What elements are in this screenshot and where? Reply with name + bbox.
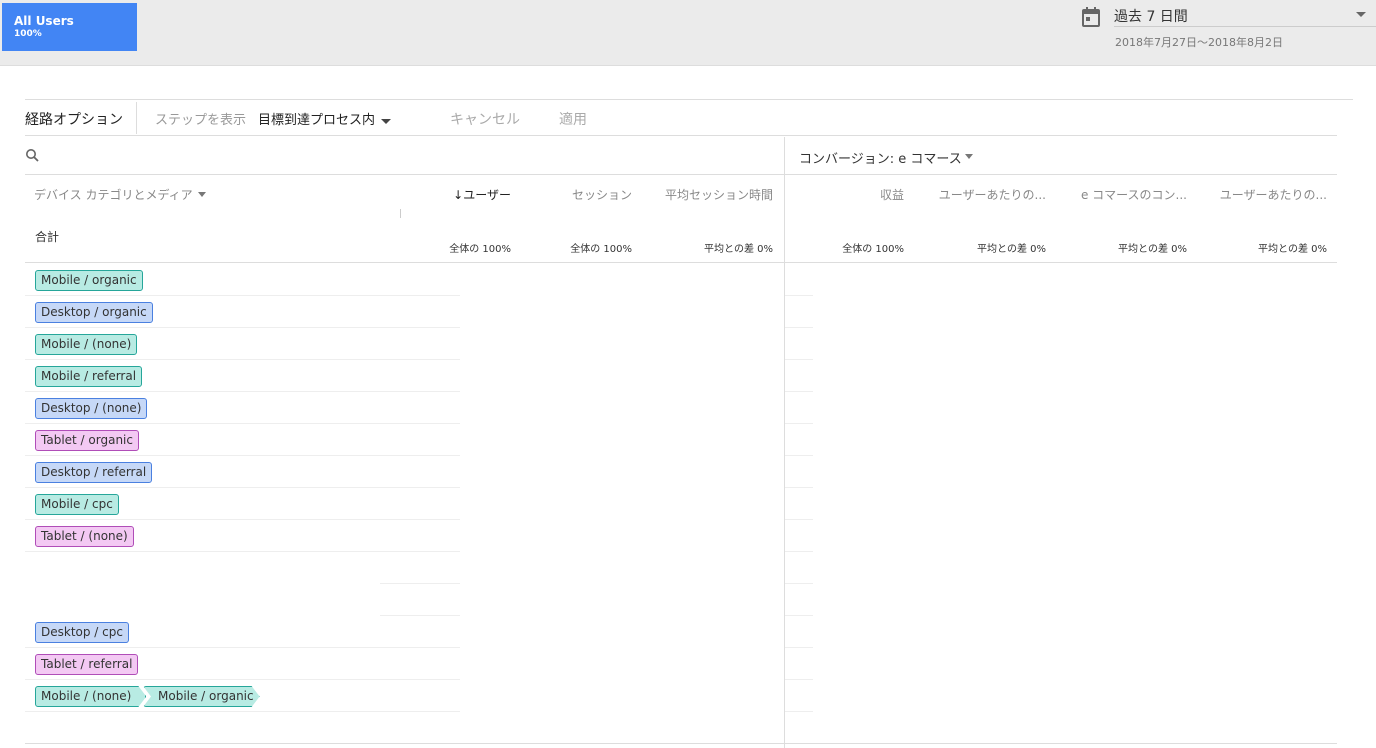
table-row[interactable]: Mobile / (none) Mobile / organic [25, 680, 825, 712]
table-row[interactable]: Mobile / referral [25, 360, 825, 392]
apply-button[interactable]: 適用 [559, 109, 587, 129]
metric-header-users[interactable]: ↓ユーザー [453, 186, 511, 203]
dimension-header[interactable]: デバイス カテゴリとメディア [34, 186, 193, 203]
path-step-chip[interactable]: Desktop / organic [35, 302, 153, 323]
conversion-dropdown[interactable]: コンバージョン: e コマース [799, 148, 962, 167]
path-step-chip[interactable]: Tablet / organic [35, 430, 139, 451]
path-step-chip[interactable]: Tablet / (none) [35, 526, 134, 547]
column-resize-handle[interactable] [400, 209, 401, 218]
path-step-chip[interactable]: Desktop / cpc [35, 622, 129, 643]
chevron-down-icon[interactable] [965, 154, 973, 159]
calendar-icon [1082, 7, 1100, 27]
table-row[interactable]: Desktop / cpc [25, 616, 825, 648]
sort-arrow-icon: ↓ [453, 188, 464, 202]
metric-header-revenue-per-user[interactable]: ユーザーあたりの... [939, 186, 1046, 203]
path-step-chip[interactable]: Mobile / referral [35, 366, 143, 387]
main-panel: 経路オプション ステップを表示 目標到達プロセス内 キャンセル 適用 コンバージ… [0, 67, 1376, 748]
metric-total-revenue: 全体の 100% [842, 244, 904, 255]
table-row[interactable]: Desktop / organic [25, 296, 825, 328]
date-range-dates: 2018年7月27日～2018年8月2日 [1115, 36, 1283, 49]
table-row[interactable]: Mobile / (none) [25, 328, 825, 360]
segment-name: All Users [14, 14, 74, 28]
table-row[interactable]: Tablet / referral [25, 648, 825, 680]
path-step-chip[interactable]: Mobile / cpc [35, 494, 119, 515]
chevron-down-icon[interactable] [381, 119, 391, 124]
search-icon [26, 149, 39, 162]
path-step-chip[interactable]: Mobile / (none) [35, 686, 146, 707]
chevron-down-icon [1356, 12, 1366, 17]
metric-total-sessions: 全体の 100% [570, 244, 632, 255]
metric-total-users: 全体の 100% [449, 244, 511, 255]
path-step-chip[interactable]: Mobile / organic [143, 686, 260, 707]
metric-header-transactions-per-user[interactable]: ユーザーあたりの... [1220, 186, 1327, 203]
path-step-chip[interactable]: Desktop / (none) [35, 398, 148, 419]
path-options-bar: 経路オプション ステップを表示 目標到達プロセス内 キャンセル 適用 [25, 100, 1337, 136]
total-label: 合計 [35, 230, 60, 244]
path-step-chip[interactable]: Tablet / referral [35, 654, 139, 675]
cancel-button[interactable]: キャンセル [450, 109, 520, 129]
metric-total-avg-session-duration: 平均との差 0% [704, 244, 773, 255]
path-rows: Mobile / organic Desktop / organic Mobile … [25, 264, 825, 744]
metric-header-revenue[interactable]: 収益 [880, 186, 904, 203]
metric-total-revenue-per-user: 平均との差 0% [977, 244, 1046, 255]
conversion-selector-row: コンバージョン: e コマース [785, 137, 1337, 175]
top-bar: All Users 100% 過去 7 日間 2018年7月27日～2018年8… [0, 0, 1376, 66]
search-row [25, 137, 785, 175]
chevron-down-icon[interactable] [198, 192, 206, 197]
table-row[interactable]: Mobile / cpc [25, 488, 825, 520]
path-step-chip[interactable]: Mobile / (none) [35, 334, 138, 355]
path-options-title: 経路オプション [25, 112, 123, 128]
metric-total-ecommerce-conversion: 平均との差 0% [1118, 244, 1187, 255]
table-row[interactable]: Mobile / organic [25, 264, 825, 296]
metric-header-sessions[interactable]: セッション [572, 186, 632, 203]
segment-chip-all-users[interactable]: All Users 100% [2, 3, 137, 51]
metric-header-avg-session-duration[interactable]: 平均セッション時間 [665, 186, 773, 203]
table-row[interactable]: Tablet / organic [25, 424, 825, 456]
table-row[interactable]: Desktop / referral [25, 456, 825, 488]
divider [25, 743, 1337, 744]
table-row[interactable]: Tablet / (none) [25, 520, 825, 552]
divider [1114, 26, 1376, 27]
metric-header-ecommerce-conversion[interactable]: e コマースのコン... [1081, 186, 1187, 203]
date-range-picker[interactable]: 過去 7 日間 2018年7月27日～2018年8月2日 [1080, 4, 1376, 56]
date-range-label: 過去 7 日間 [1114, 9, 1188, 25]
table-row[interactable]: Desktop / (none) [25, 392, 825, 424]
search-input[interactable] [47, 143, 747, 169]
divider [136, 102, 137, 134]
metric-total-transactions-per-user: 平均との差 0% [1258, 244, 1327, 255]
segment-percent: 100% [14, 29, 42, 39]
steps-label: ステップを表示 [155, 113, 247, 128]
path-step-chip[interactable]: Desktop / referral [35, 462, 153, 483]
table-row [25, 712, 825, 744]
table-header: デバイス カテゴリとメディア 合計 ↓ユーザー セッション 平均セッション時間 … [25, 176, 1337, 263]
steps-dropdown[interactable]: 目標到達プロセス内 [258, 109, 375, 128]
table-row [25, 552, 825, 584]
path-step-chip[interactable]: Mobile / organic [35, 270, 143, 291]
table-row [25, 584, 825, 616]
